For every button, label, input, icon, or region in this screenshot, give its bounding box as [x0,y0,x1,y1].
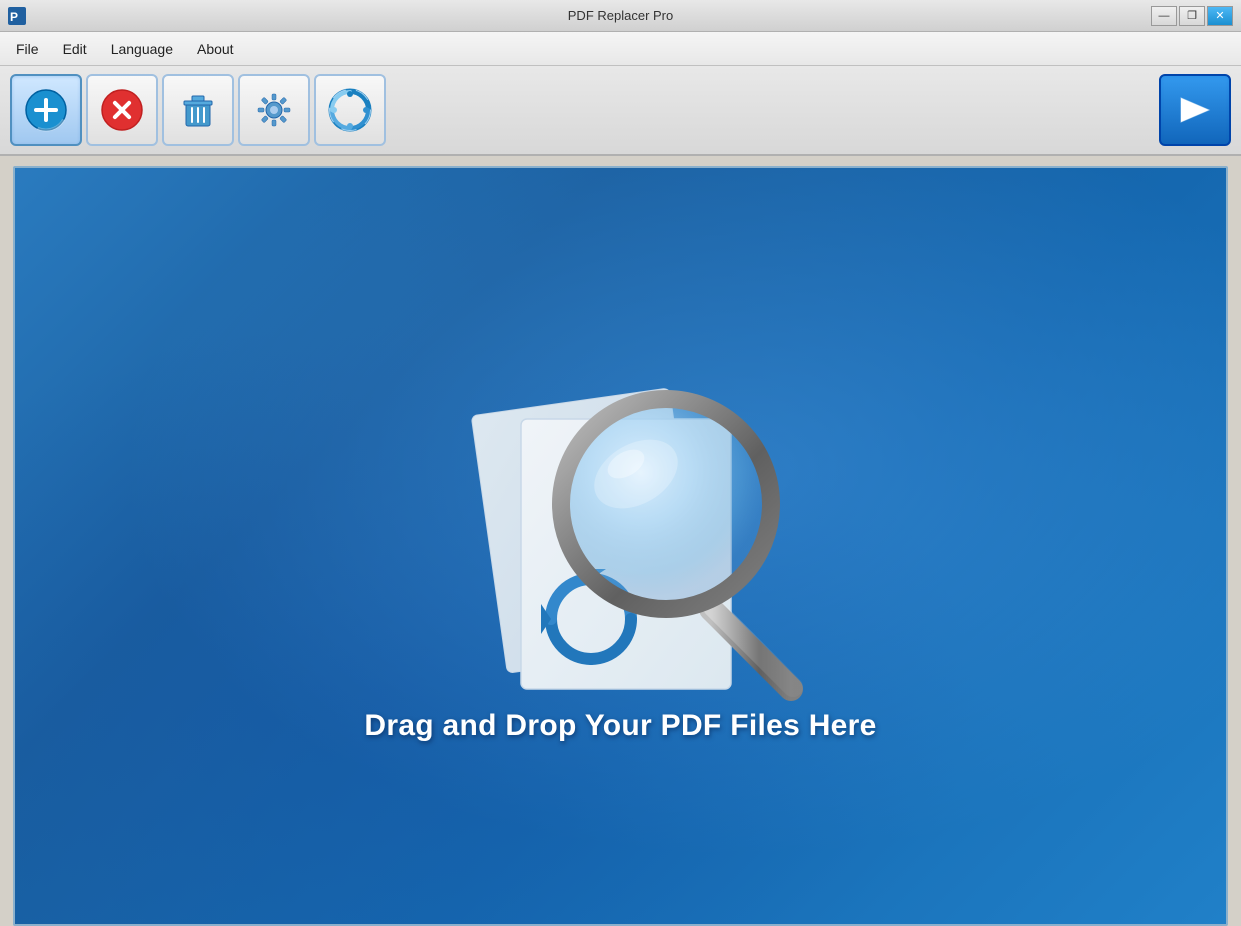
window-title: PDF Replacer Pro [568,8,673,23]
menu-item-language[interactable]: Language [99,37,185,61]
next-arrow-icon [1173,88,1217,132]
next-button[interactable] [1159,74,1231,146]
window-controls: — ❐ ✕ [1151,6,1233,26]
trash-icon [176,88,220,132]
illustration [411,349,831,729]
restore-button[interactable]: ❐ [1179,6,1205,26]
toolbar-buttons-left [10,74,386,146]
svg-text:P: P [10,10,18,24]
delete-button[interactable] [162,74,234,146]
remove-icon [100,88,144,132]
settings-button[interactable] [238,74,310,146]
add-files-button[interactable] [10,74,82,146]
title-bar: P PDF Replacer Pro — ❐ ✕ [0,0,1241,32]
drop-zone[interactable]: Drag and Drop Your PDF Files Here [13,166,1228,926]
menu-item-file[interactable]: File [4,37,51,61]
gear-icon [252,88,296,132]
drop-zone-text: Drag and Drop Your PDF Files Here [364,709,876,743]
title-bar-left: P [8,7,26,25]
menu-item-about[interactable]: About [185,37,246,61]
help-button[interactable] [314,74,386,146]
app-icon: P [8,7,26,25]
toolbar [0,66,1241,156]
menu-bar: File Edit Language About [0,32,1241,66]
close-button[interactable]: ✕ [1207,6,1233,26]
remove-button[interactable] [86,74,158,146]
add-icon [24,88,68,132]
menu-item-edit[interactable]: Edit [51,37,99,61]
minimize-button[interactable]: — [1151,6,1177,26]
help-icon [328,88,372,132]
